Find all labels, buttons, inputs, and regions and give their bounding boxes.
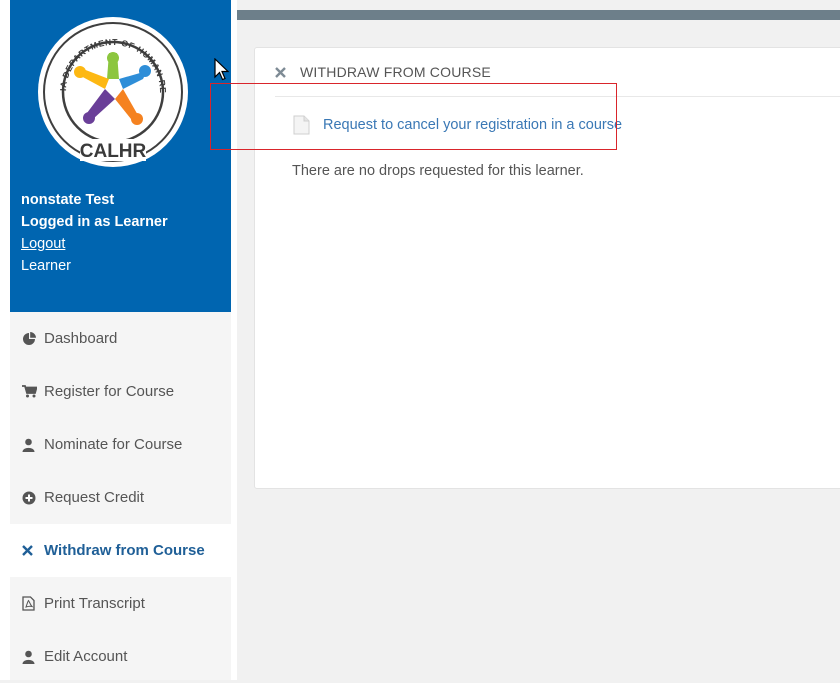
- empty-message: There are no drops requested for this le…: [292, 163, 584, 179]
- request-cancel-link[interactable]: Request to cancel your registration in a…: [293, 115, 622, 135]
- profile-panel: CALIFORNIA DEPARTMENT OF HUMAN RESOURCES…: [10, 0, 231, 312]
- pie-chart-icon: [22, 331, 44, 346]
- withdraw-panel: WITHDRAW FROM COURSE Request to cancel y…: [254, 47, 840, 489]
- sidebar-divider: [231, 0, 237, 680]
- plus-circle-icon: [22, 491, 44, 505]
- sidebar-item-label: Edit Account: [44, 648, 128, 665]
- sidebar-item-label: Register for Course: [44, 383, 175, 400]
- sidebar-item-label: Nominate for Course: [44, 436, 183, 453]
- user-role: Learner: [21, 258, 71, 274]
- sidebar-item-dashboard[interactable]: Dashboard: [10, 312, 231, 365]
- logo-abbrev: CALHR: [80, 141, 147, 162]
- calhr-logo: CALIFORNIA DEPARTMENT OF HUMAN RESOURCES…: [36, 15, 188, 167]
- sidebar: CALIFORNIA DEPARTMENT OF HUMAN RESOURCES…: [10, 0, 231, 680]
- close-icon: [275, 66, 289, 78]
- sidebar-item-print-transcript[interactable]: Print Transcript: [10, 577, 231, 630]
- top-bar: [237, 10, 840, 20]
- document-icon: [293, 115, 310, 135]
- close-icon: [22, 545, 44, 556]
- panel-header: WITHDRAW FROM COURSE: [275, 48, 840, 97]
- logout-link[interactable]: Logout: [21, 233, 168, 255]
- sidebar-item-nominate[interactable]: Nominate for Course: [10, 418, 231, 471]
- user-icon: [22, 438, 44, 452]
- user-name: nonstate Test: [21, 192, 115, 208]
- left-margin: [0, 0, 10, 680]
- sidebar-item-register[interactable]: Register for Course: [10, 365, 231, 418]
- sidebar-item-label: Print Transcript: [44, 595, 145, 612]
- pdf-file-icon: [22, 596, 44, 611]
- sidebar-item-label: Request Credit: [44, 489, 145, 506]
- sidebar-item-withdraw[interactable]: Withdraw from Course: [10, 524, 231, 577]
- mouse-cursor-icon: [214, 58, 230, 81]
- sidebar-item-edit-account[interactable]: Edit Account: [10, 630, 231, 683]
- panel-title: WITHDRAW FROM COURSE: [300, 64, 491, 80]
- sidebar-item-label: Dashboard: [44, 330, 118, 347]
- user-icon: [22, 650, 44, 664]
- user-info: nonstate Test Logged in as Learner Logou…: [21, 189, 168, 277]
- request-link-label: Request to cancel your registration in a…: [323, 117, 623, 133]
- login-status: Logged in as Learner: [21, 214, 168, 230]
- cart-icon: [22, 385, 44, 398]
- sidebar-item-label: Withdraw from Course: [44, 542, 205, 559]
- sidebar-item-request-credit[interactable]: Request Credit: [10, 471, 231, 524]
- sidebar-nav: Dashboard Register for Course Nominate f…: [10, 312, 231, 683]
